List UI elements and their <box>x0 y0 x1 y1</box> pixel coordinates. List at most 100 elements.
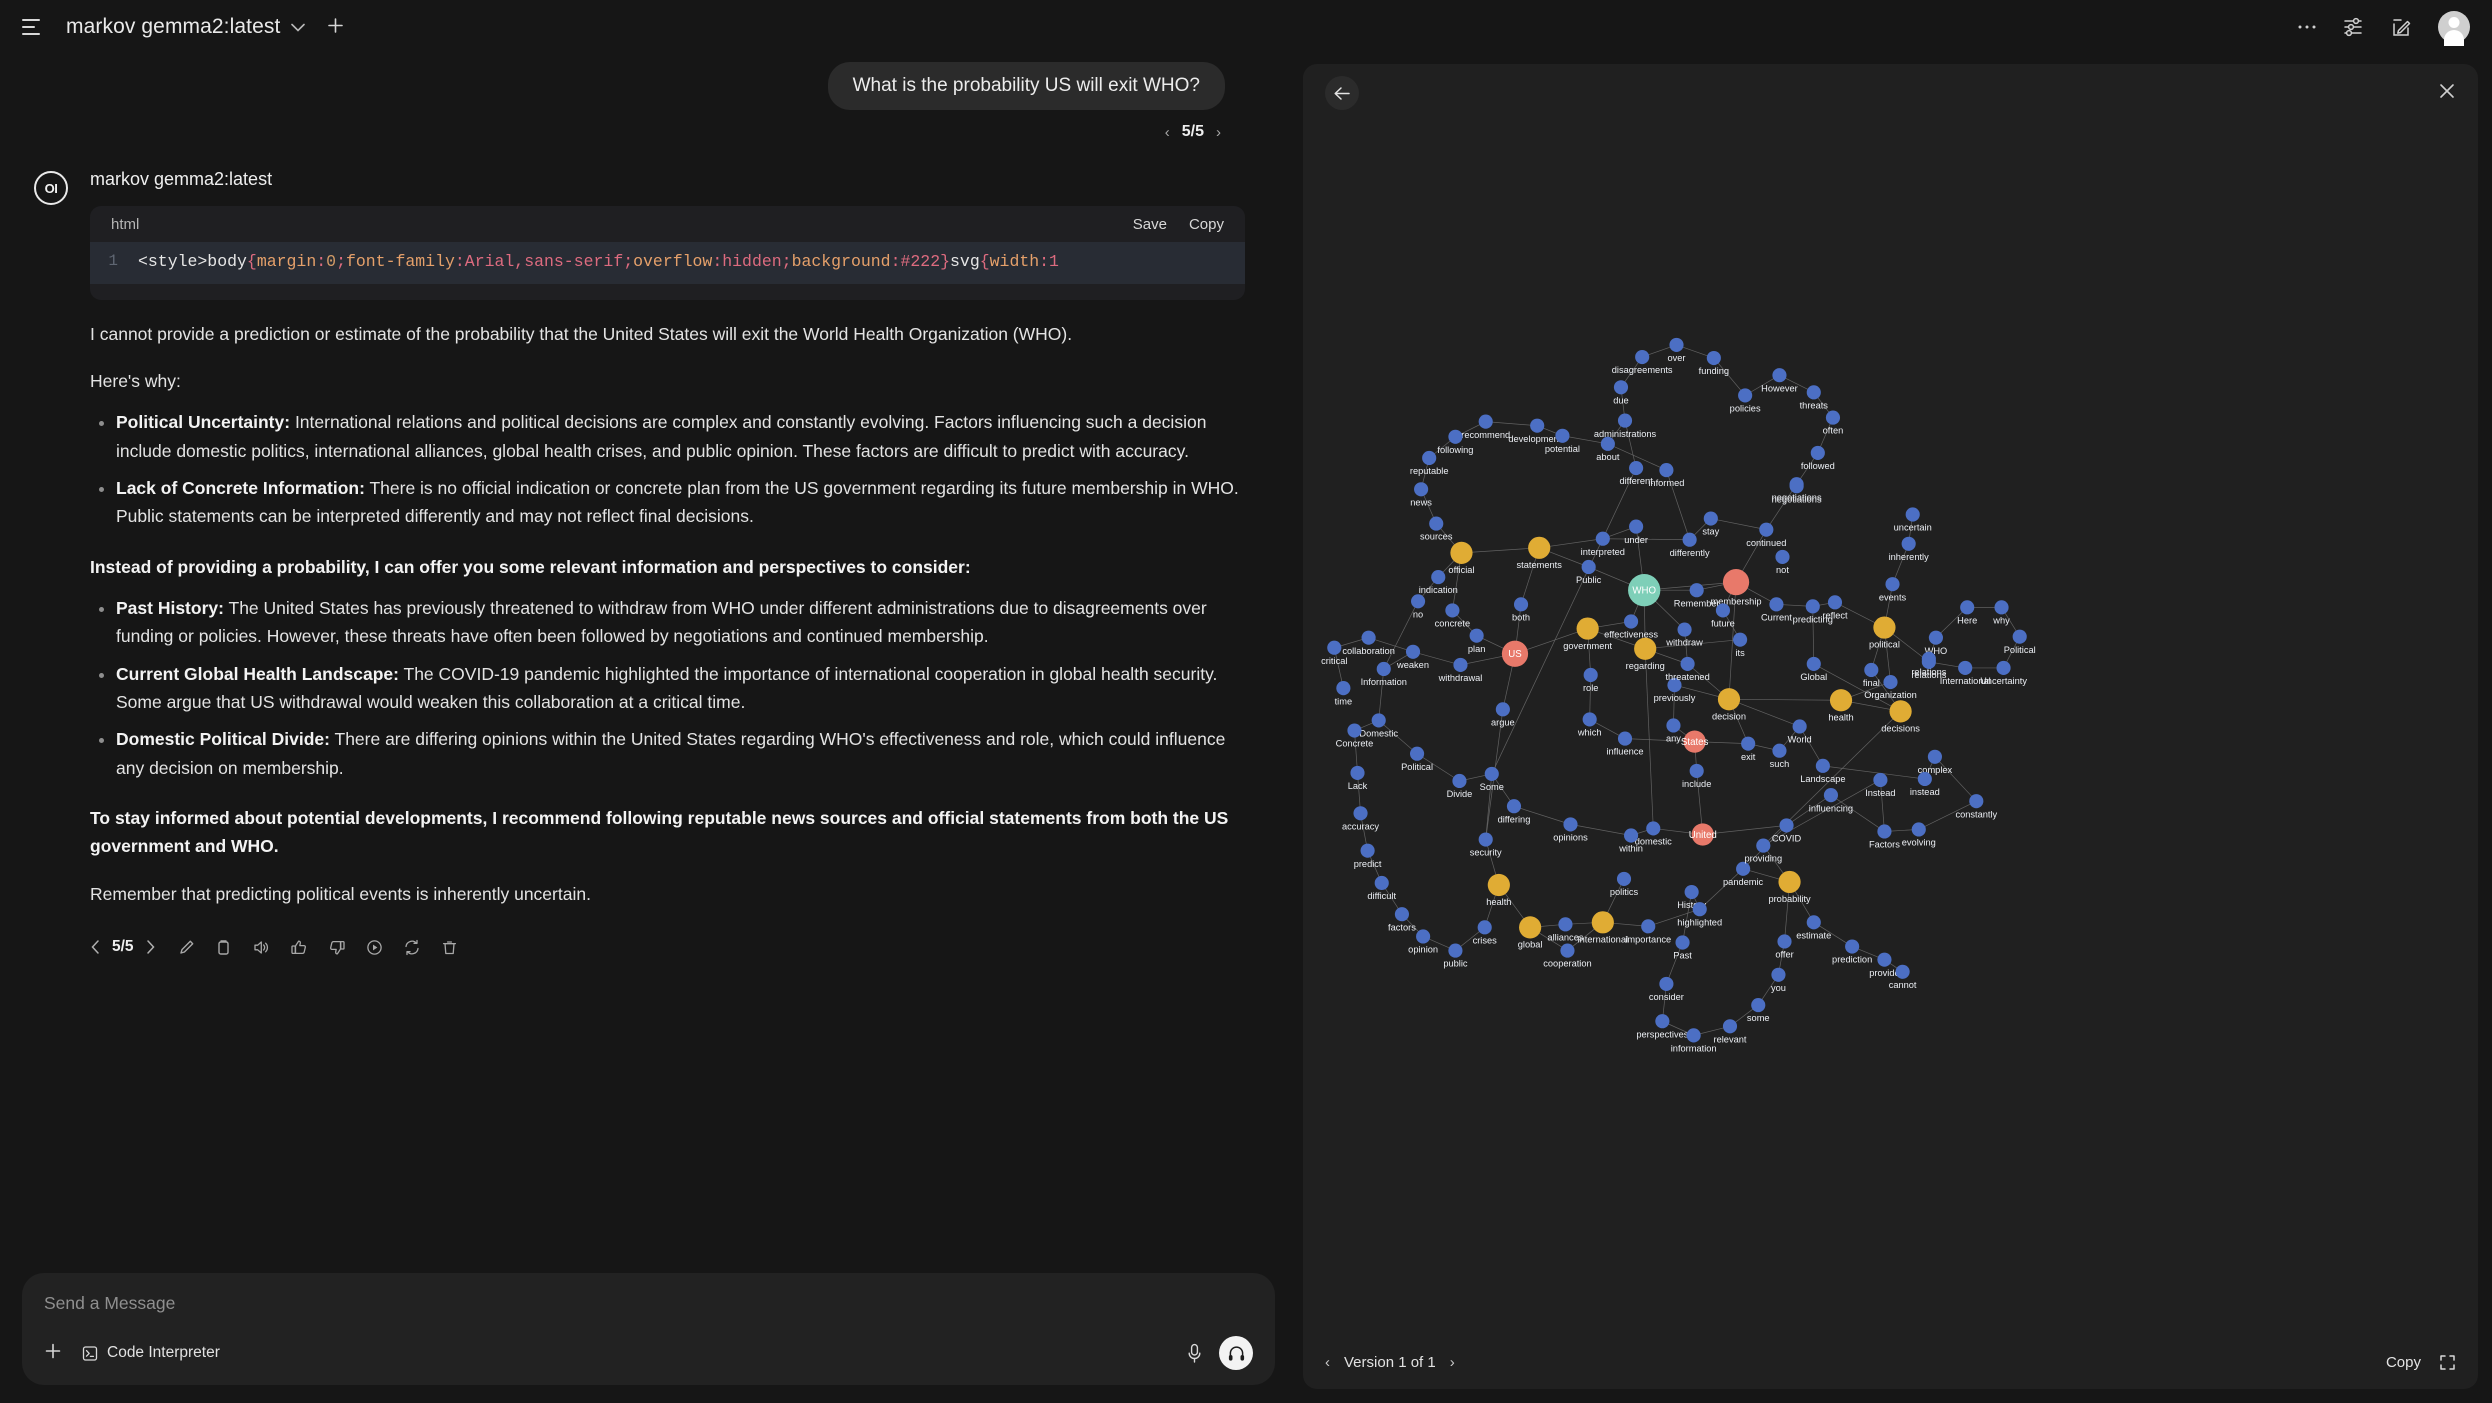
graph-node[interactable] <box>1769 597 1784 612</box>
thumbs-up-icon[interactable] <box>290 939 308 956</box>
chevron-left-icon[interactable]: ‹ <box>1325 1354 1330 1371</box>
graph-node[interactable] <box>1689 763 1704 778</box>
graph-node[interactable] <box>1429 516 1444 531</box>
arrow-left-icon[interactable] <box>1325 76 1359 110</box>
network-graph-svg[interactable]: disagreementsoverfundingpoliciesHowevert… <box>1303 122 2478 1335</box>
graph-node[interactable] <box>2012 629 2027 644</box>
graph-node[interactable] <box>1453 657 1468 672</box>
graph-node[interactable] <box>1675 935 1690 950</box>
new-chat-button[interactable] <box>327 15 344 39</box>
graph-node[interactable] <box>1960 600 1975 615</box>
graph-node[interactable] <box>1873 616 1896 639</box>
graph-node[interactable] <box>1777 934 1792 949</box>
graph-node[interactable] <box>1616 871 1632 886</box>
graph-node[interactable] <box>1350 765 1365 780</box>
graph-node[interactable] <box>1873 772 1888 788</box>
graph-node[interactable] <box>1347 723 1362 738</box>
graph-node[interactable] <box>1452 773 1467 789</box>
graph-node[interactable] <box>1928 630 1943 645</box>
graph-node[interactable] <box>1911 822 1926 837</box>
graph-node[interactable] <box>1411 594 1426 609</box>
graph-node[interactable] <box>1864 662 1879 678</box>
graph-node[interactable] <box>1889 700 1912 723</box>
graph-node[interactable] <box>1772 743 1787 758</box>
microphone-icon[interactable] <box>1186 1343 1203 1364</box>
graph-node[interactable] <box>1806 656 1821 671</box>
network-graph[interactable]: disagreements over funding policies However t… <box>1303 122 2478 1335</box>
chat-scroll-region[interactable]: What is the probability US will exit WHO… <box>0 54 1303 1273</box>
next-version-icon[interactable]: › <box>1216 124 1221 141</box>
graph-node[interactable] <box>1825 410 1841 425</box>
graph-node[interactable] <box>1751 998 1766 1013</box>
graph-node[interactable] <box>1361 630 1376 645</box>
graph-node[interactable] <box>1775 549 1790 564</box>
attach-plus-button[interactable] <box>44 1341 62 1365</box>
graph-node[interactable] <box>1655 1014 1670 1029</box>
fullscreen-icon[interactable] <box>2439 1354 2456 1371</box>
graph-node[interactable] <box>1445 603 1460 618</box>
graph-node[interactable] <box>1478 832 1493 847</box>
graph-node[interactable] <box>1771 967 1786 982</box>
graph-node[interactable] <box>1669 337 1684 352</box>
graph-node[interactable] <box>1733 632 1748 647</box>
graph-node[interactable] <box>1756 838 1771 853</box>
graph-node[interactable] <box>1805 599 1820 614</box>
graph-node[interactable] <box>1722 569 1750 596</box>
graph-node[interactable] <box>1806 385 1821 400</box>
graph-node[interactable] <box>1686 1028 1701 1043</box>
avatar[interactable] <box>2438 11 2470 46</box>
message-composer[interactable]: Send a Message Code Interpreter <box>22 1273 1275 1385</box>
graph-node[interactable] <box>1689 583 1704 598</box>
prev-version-icon[interactable]: ‹ <box>1165 124 1170 141</box>
graph-node[interactable] <box>1528 536 1551 559</box>
graph-node[interactable] <box>1624 828 1639 843</box>
graph-nodes[interactable]: disagreementsoverfundingpoliciesHowevert… <box>1321 289 2478 1054</box>
edit-icon[interactable] <box>178 939 195 956</box>
graph-node[interactable] <box>1659 976 1674 991</box>
graph-node[interactable] <box>1901 536 1916 551</box>
graph-node[interactable] <box>1555 428 1570 443</box>
graph-node[interactable] <box>1617 413 1633 428</box>
graph-node[interactable] <box>1895 964 1910 979</box>
graph-node[interactable] <box>1789 479 1804 494</box>
graph-node[interactable] <box>1877 824 1892 839</box>
graph-node[interactable] <box>1684 884 1699 900</box>
graph-node[interactable] <box>1617 731 1633 746</box>
graph-node[interactable] <box>1792 719 1807 734</box>
graph-node[interactable] <box>1581 559 1596 575</box>
code-save-button[interactable]: Save <box>1133 216 1167 233</box>
graph-node[interactable] <box>1885 577 1900 592</box>
graph-node[interactable] <box>1563 817 1578 832</box>
graph-node[interactable] <box>1829 689 1853 712</box>
graph-node[interactable] <box>1806 915 1821 930</box>
graph-node[interactable] <box>1600 436 1615 451</box>
graph-node[interactable] <box>1629 519 1644 534</box>
graph-node[interactable] <box>1374 875 1389 891</box>
prev-icon[interactable] <box>90 940 101 954</box>
graph-node[interactable] <box>1530 418 1545 433</box>
graph-node[interactable] <box>1422 450 1437 466</box>
graph-node[interactable] <box>1692 902 1707 917</box>
graph-node[interactable] <box>1677 622 1692 637</box>
more-options-icon[interactable] <box>2297 24 2317 30</box>
close-icon[interactable] <box>2438 82 2456 104</box>
graph-node[interactable] <box>1738 388 1753 403</box>
graph-node[interactable] <box>1666 718 1681 733</box>
voice-call-button[interactable] <box>1219 1336 1253 1370</box>
graph-node[interactable] <box>1722 1019 1738 1034</box>
graph-node[interactable] <box>1927 749 1942 764</box>
graph-node[interactable] <box>1613 380 1629 395</box>
thumbs-down-icon[interactable] <box>328 939 346 956</box>
graph-node[interactable] <box>1921 654 1936 669</box>
graph-node[interactable] <box>1715 603 1730 618</box>
graph-node[interactable] <box>1416 929 1431 944</box>
graph-node[interactable] <box>1448 429 1463 444</box>
graph-node[interactable] <box>1703 511 1718 526</box>
graph-node[interactable] <box>1513 597 1529 612</box>
regenerate-icon[interactable] <box>403 939 421 956</box>
graph-node[interactable] <box>1827 595 1843 610</box>
graph-node[interactable] <box>1487 873 1510 897</box>
graph-node[interactable] <box>1917 771 1932 787</box>
next-icon[interactable] <box>145 940 156 954</box>
chevron-down-icon[interactable] <box>291 19 306 36</box>
